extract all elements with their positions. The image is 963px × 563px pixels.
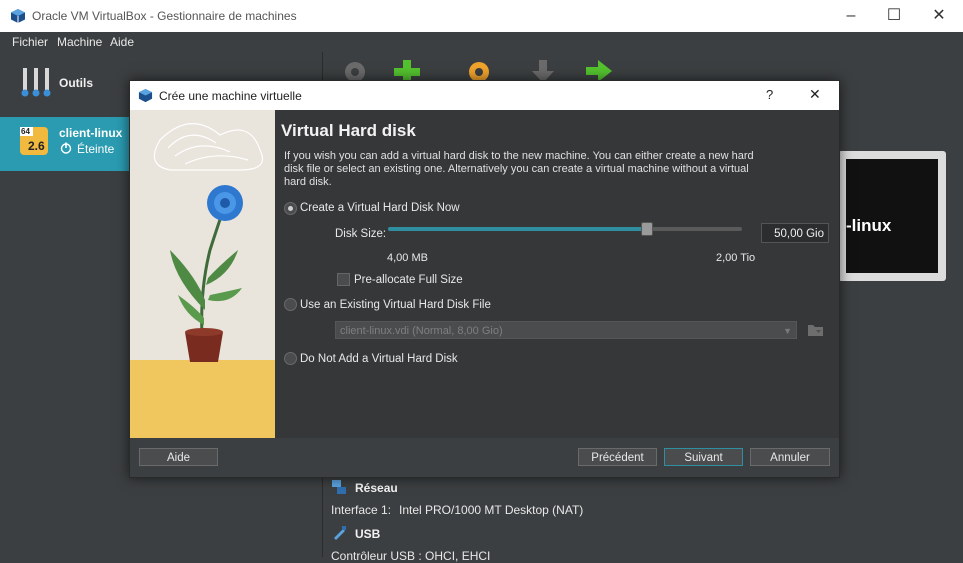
main-titlebar: Oracle VM VirtualBox - Gestionnaire de m… [0,0,963,32]
tools-label: Outils [59,76,94,90]
menu-machine[interactable]: Machine [57,35,102,49]
tools-icon [21,68,51,97]
details-sections: Réseau Interface 1: Intel PRO/1000 MT De… [323,476,963,563]
usb-section-title[interactable]: USB [355,527,380,541]
dialog-title: Crée une machine virtuelle [159,89,302,103]
page-description: If you wish you can add a virtual hard d… [284,150,754,188]
dialog-help-button[interactable]: ? [766,87,773,102]
virtualbox-logo-icon [138,88,153,103]
back-button[interactable]: Précédent [578,448,657,466]
network-interface-label: Interface 1: [331,503,392,517]
dialog-button-bar: Aide Précédent Suivant Annuler [130,438,839,477]
choose-file-folder-icon[interactable] [807,321,824,338]
usb-controller-value: Contrôleur USB : OHCI, EHCI [331,549,491,563]
network-icon [332,480,346,494]
existing-disk-select[interactable]: client-linux.vdi (Normal, 8,00 Gio) ▼ [335,321,797,339]
wizard-page: Virtual Hard disk If you wish you can ad… [275,110,839,438]
network-interface-value: Intel PRO/1000 MT Desktop (NAT) [399,503,584,517]
window-title: Oracle VM VirtualBox - Gestionnaire de m… [32,9,297,23]
create-disk-label[interactable]: Create a Virtual Hard Disk Now [300,202,460,214]
usb-icon [334,526,346,540]
page-title: Virtual Hard disk [281,121,416,140]
slider-fill [388,227,647,231]
disk-size-min-label: 4,00 MB [387,252,428,264]
dialog-close-button[interactable]: ✕ [809,86,821,103]
create-vm-dialog: Crée une machine virtuelle ? ✕ Virtual H… [129,80,840,478]
slider-handle[interactable] [641,222,654,236]
disk-size-slider[interactable] [388,222,742,236]
disk-size-label: Disk Size: [335,228,387,240]
disk-size-max-label: 2,00 Tio [716,252,756,264]
preallocate-label[interactable]: Pre-allocate Full Size [354,274,463,286]
virtualbox-logo-icon [11,9,25,23]
use-existing-radio[interactable] [284,298,297,311]
no-disk-radio[interactable] [284,352,297,365]
menu-aide[interactable]: Aide [110,35,134,49]
next-button[interactable]: Suivant [664,448,743,466]
preview-vm-name: -linux [846,216,892,235]
chevron-down-icon: ▼ [783,326,792,336]
preview-screen: -linux [846,159,938,273]
minimize-button[interactable]: – [828,0,874,32]
maximize-button[interactable]: ☐ [871,0,917,32]
vm-state: Éteinte [77,142,115,156]
menu-fichier[interactable]: Fichier [12,35,48,49]
help-button[interactable]: Aide [139,448,218,466]
preallocate-checkbox[interactable] [337,273,350,286]
no-disk-label[interactable]: Do Not Add a Virtual Hard Disk [300,353,458,365]
wizard-illustration [130,110,275,438]
vm-version-badge: 2.6 [28,139,45,153]
vm-arch-badge: 64 [21,127,30,136]
create-disk-radio[interactable] [284,202,297,215]
window-close-button[interactable]: ✕ [916,0,962,32]
power-off-icon [60,142,72,154]
dialog-titlebar: Crée une machine virtuelle ? ✕ [130,81,839,110]
disk-size-input[interactable]: 50,00 Gio [761,223,829,243]
existing-disk-value: client-linux.vdi (Normal, 8,00 Gio) [340,325,503,337]
vm-name: client-linux [59,126,123,140]
cancel-button[interactable]: Annuler [750,448,830,466]
menu-bar: Fichier Machine Aide [0,32,963,52]
network-section-title[interactable]: Réseau [355,481,398,495]
vm-preview: -linux [838,151,946,281]
use-existing-label[interactable]: Use an Existing Virtual Hard Disk File [300,299,491,311]
